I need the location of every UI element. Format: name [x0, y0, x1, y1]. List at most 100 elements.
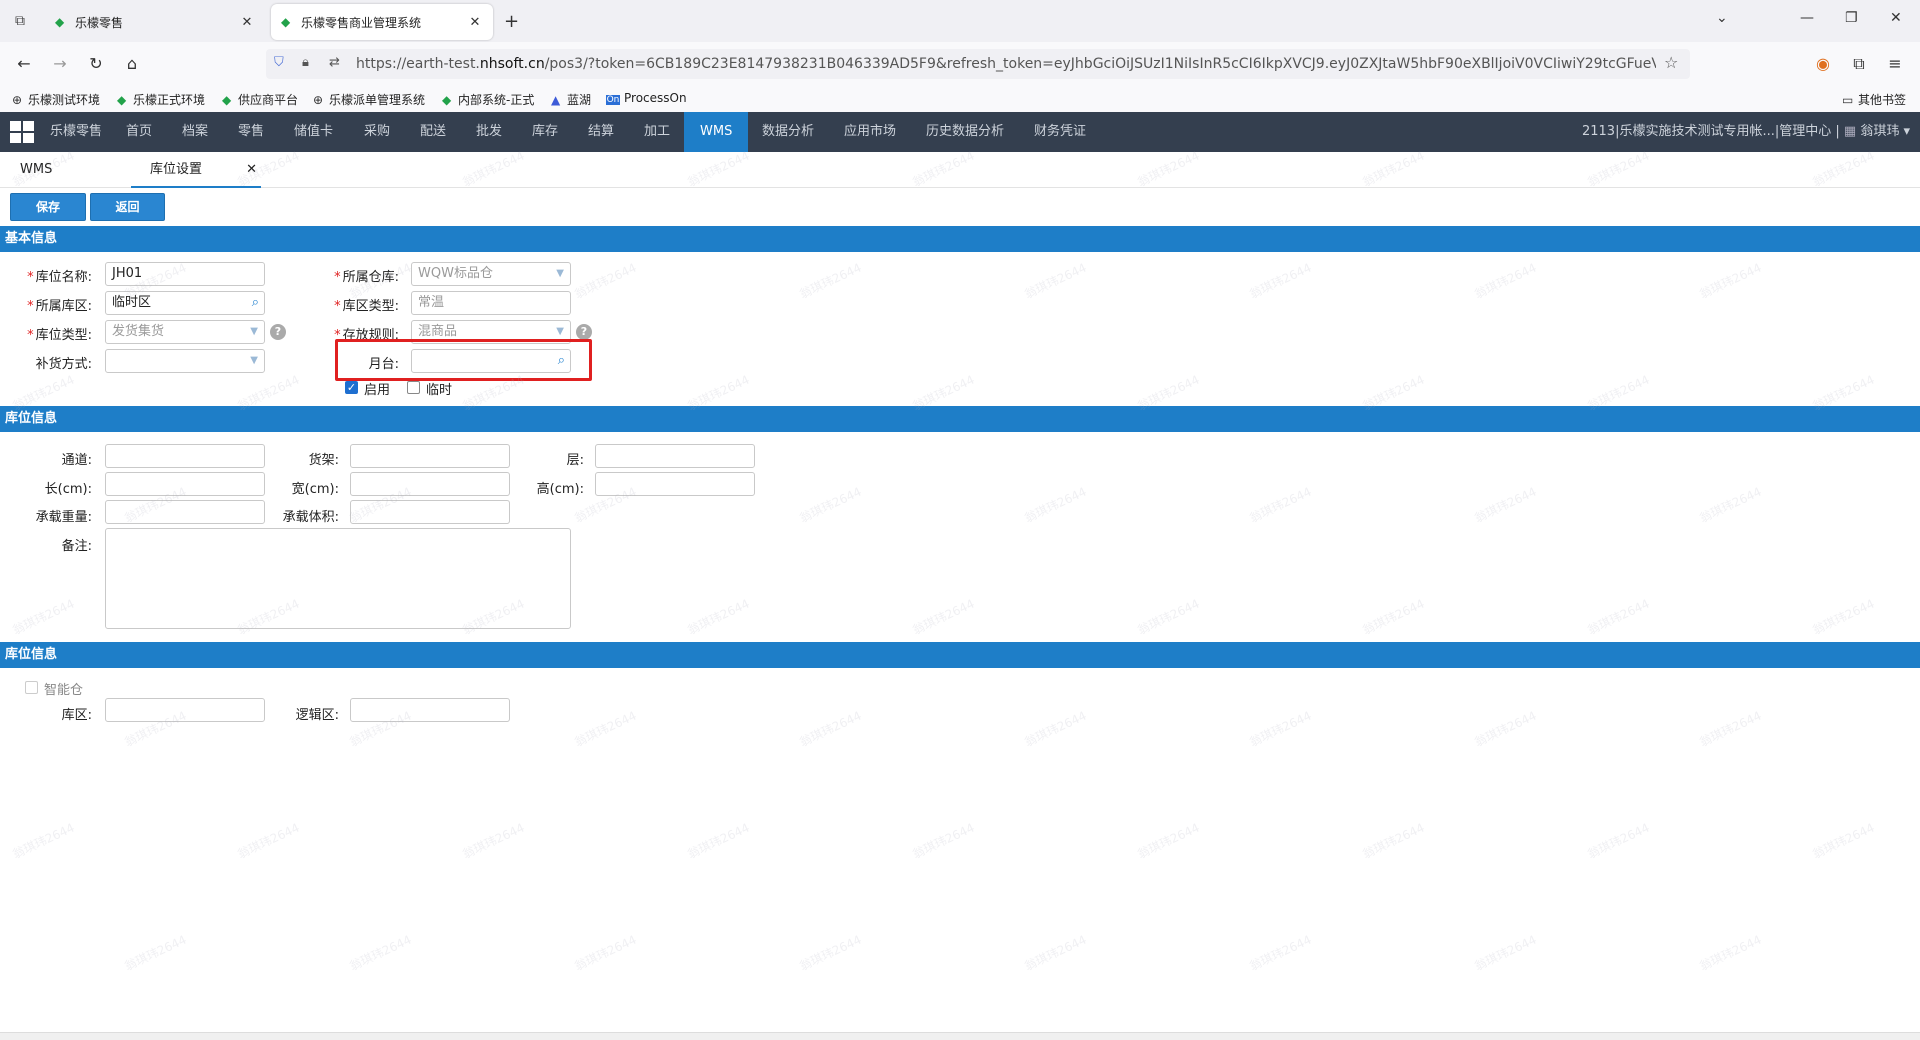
menu-item[interactable]: 批发	[466, 112, 512, 152]
bookmark-item[interactable]: On ProcessOn	[606, 91, 687, 105]
location-name-input[interactable]: JH01	[105, 262, 265, 286]
other-bookmarks[interactable]: ▭ 其他书签	[1842, 91, 1906, 108]
close-window-icon[interactable]: ✕	[1890, 10, 1902, 26]
restore-icon[interactable]: ❐	[1845, 10, 1858, 26]
weight-label: 承载重量:	[35, 510, 92, 525]
menu-hamburger-icon[interactable]: ≡	[1885, 54, 1905, 73]
search-icon[interactable]: ⌕	[252, 292, 259, 314]
menu-item[interactable]: 首页	[116, 112, 162, 152]
aisle-input[interactable]	[105, 444, 265, 468]
watermark-text: 翁琪玮2644	[1697, 708, 1764, 750]
back-button[interactable]: 返回	[90, 193, 165, 221]
bookmark-item[interactable]: ▲ 蓝湖	[551, 91, 591, 108]
smart-warehouse-label: 智能仓	[44, 683, 84, 698]
new-tab-icon[interactable]: +	[504, 11, 519, 32]
user-info[interactable]: 2113|乐檬实施技术测试专用帐...|管理中心 | ▦ 翁琪玮 ▾	[1582, 112, 1910, 152]
address-bar[interactable]: ⛉ 🔒︎ ⇄ https://earth-test.nhsoft.cn/pos3…	[266, 49, 1690, 79]
warehouse-select[interactable]: WQW标品仓 ▼	[411, 262, 571, 286]
tab-label: WMS	[20, 162, 53, 177]
tab-list-icon[interactable]: ⧉	[10, 11, 30, 31]
zone-type-input[interactable]: 常温	[411, 291, 571, 315]
menu-item[interactable]: 应用市场	[834, 112, 906, 152]
layer-label: 层:	[566, 453, 584, 468]
menu-item[interactable]: 档案	[172, 112, 218, 152]
watermark-text: 翁琪玮2644	[1810, 820, 1877, 862]
user-name[interactable]: 翁琪玮 ▾	[1860, 124, 1910, 139]
lock-icon: 🔒︎	[302, 55, 309, 70]
close-tab-icon[interactable]: ✕	[239, 15, 255, 30]
help-icon[interactable]: ?	[576, 324, 592, 340]
home-icon[interactable]: ⌂	[122, 54, 142, 73]
bookmark-item[interactable]: ◆ 内部系统-正式	[442, 91, 534, 108]
volume-input[interactable]	[350, 500, 510, 524]
enable-checkbox[interactable]: ✓	[345, 381, 358, 394]
bookmark-item[interactable]: ◆ 乐檬正式环境	[117, 91, 205, 108]
tab-wms[interactable]: WMS	[20, 152, 120, 188]
logic-zone-input[interactable]	[350, 698, 510, 722]
width-input[interactable]	[350, 472, 510, 496]
menu-item[interactable]: 乐檬零售	[40, 112, 112, 152]
save-button[interactable]: 保存	[10, 193, 86, 221]
logic-zone-label: 逻辑区:	[295, 708, 339, 723]
replenish-select[interactable]: ▼	[105, 349, 265, 373]
help-icon[interactable]: ?	[270, 324, 286, 340]
height-input[interactable]	[595, 472, 755, 496]
extensions-puzzle-icon[interactable]: ⧉	[1849, 54, 1869, 74]
watermark-text: 翁琪玮2644	[797, 260, 864, 302]
browser-tab[interactable]: ◆ 乐檬零售 ✕	[45, 4, 265, 40]
temporary-label: 临时	[426, 383, 453, 398]
length-input[interactable]	[105, 472, 265, 496]
back-arrow-icon[interactable]: ←	[14, 54, 34, 73]
zone-input[interactable]: 临时区 ⌕	[105, 291, 265, 315]
menu-item[interactable]: 采购	[354, 112, 400, 152]
forward-arrow-icon[interactable]: →	[50, 54, 70, 73]
menu-item[interactable]: 财务凭证	[1024, 112, 1096, 152]
smart-warehouse-checkbox[interactable]	[25, 681, 38, 694]
shelf-input[interactable]	[350, 444, 510, 468]
browser-tab-title: 乐檬零售商业管理系统	[301, 15, 422, 30]
menu-item[interactable]: 加工	[634, 112, 680, 152]
watermark-text: 翁琪玮2644	[572, 708, 639, 750]
menu-item[interactable]: 零售	[228, 112, 274, 152]
menu-item[interactable]: 库存	[522, 112, 568, 152]
menu-item[interactable]: 配送	[410, 112, 456, 152]
zone-value: 临时区	[112, 295, 152, 310]
smart-zone-input[interactable]	[105, 698, 265, 722]
tab-location-settings[interactable]: 库位设置 ✕	[131, 152, 261, 188]
menu-item-wms[interactable]: WMS	[684, 112, 749, 152]
location-type-label: * 库位类型:	[27, 328, 92, 343]
reload-icon[interactable]: ↻	[86, 54, 106, 73]
menu-item[interactable]: 数据分析	[752, 112, 824, 152]
bookmark-item[interactable]: ⊕ 乐檬测试环境	[12, 91, 100, 108]
watermark-text: 翁琪玮2644	[1022, 484, 1089, 526]
app-grid-logo-icon[interactable]	[10, 121, 34, 143]
apps-grid-icon[interactable]: ▦	[1844, 124, 1856, 139]
browser-tab-active[interactable]: ◆ 乐檬零售商业管理系统 ✕	[271, 4, 493, 40]
weight-input[interactable]	[105, 500, 265, 524]
location-type-select[interactable]: 发货集货 ▼	[105, 320, 265, 344]
tab-overflow-chevron-icon[interactable]: ⌄	[1716, 10, 1728, 26]
watermark-text: 翁琪玮2644	[1810, 596, 1877, 638]
close-icon[interactable]: ✕	[246, 152, 257, 188]
menu-item[interactable]: 结算	[578, 112, 624, 152]
extension-icon[interactable]: ◉	[1813, 54, 1833, 73]
processon-icon: On	[606, 95, 620, 105]
bookmark-item[interactable]: ⊕ 乐檬派单管理系统	[313, 91, 425, 108]
temporary-checkbox[interactable]	[407, 381, 420, 394]
shield-icon: ⛉	[274, 55, 284, 70]
minimize-icon[interactable]: —	[1800, 10, 1814, 26]
watermark-text: 翁琪玮2644	[572, 260, 639, 302]
section-location-info-2: 库位信息	[0, 642, 1920, 668]
watermark-text: 翁琪玮2644	[1697, 484, 1764, 526]
section-basic-info: 基本信息	[0, 226, 1920, 252]
menu-item[interactable]: 历史数据分析	[916, 112, 1014, 152]
bookmark-star-icon[interactable]: ☆	[1664, 53, 1678, 72]
app-header: 乐檬零售 首页 档案 零售 储值卡 采购 配送 批发 库存 结算 加工 WMS …	[0, 112, 1920, 152]
note-textarea[interactable]	[105, 528, 571, 629]
menu-item[interactable]: 储值卡	[284, 112, 343, 152]
close-tab-icon[interactable]: ✕	[467, 15, 483, 30]
watermark-text: 翁琪玮2644	[1022, 708, 1089, 750]
layer-input[interactable]	[595, 444, 755, 468]
location-name-label: * 库位名称:	[27, 270, 92, 285]
bookmark-item[interactable]: ◆ 供应商平台	[222, 91, 298, 108]
